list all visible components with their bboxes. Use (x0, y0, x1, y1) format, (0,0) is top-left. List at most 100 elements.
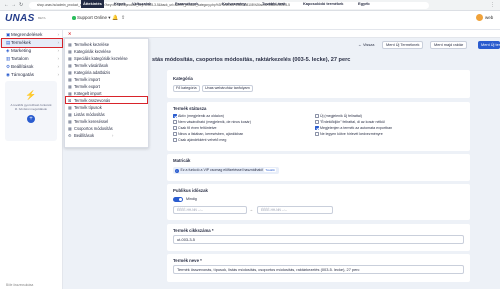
checkbox-icon (173, 132, 177, 136)
sidebar-item-label: Marketing (11, 48, 32, 53)
save-as-new-button[interactable]: Ment Új Terméknek (382, 41, 424, 49)
sidebar-item-label: Megrendelések (11, 32, 43, 37)
highlight-product-merge (65, 96, 148, 104)
checkbox-auto-export[interactable]: Megjelenjen a termék az automata exportb… (315, 126, 392, 131)
upload-icon[interactable]: ⇪ (121, 15, 125, 21)
menu-item-manage-categories[interactable]: ▦ Kategóriák kezelése (68, 48, 111, 55)
tab-related-products[interactable]: Kapcsolódó termékek (303, 0, 343, 8)
save-then-stock-button[interactable]: Ment majd raktár (430, 41, 468, 49)
collapse-sidebar[interactable]: Böle összecsukása (6, 283, 33, 287)
support-online-button[interactable]: Support Online ▾ (72, 15, 111, 21)
always-toggle[interactable] (173, 197, 183, 202)
more-link[interactable]: Tovább (264, 168, 277, 172)
product-name-input[interactable]: Termék összevonás, típusok, listás módos… (173, 265, 464, 274)
tab-variants[interactable]: Változatok (132, 0, 151, 8)
unas-logo[interactable]: UNAS (5, 13, 35, 25)
sku-card: Termék cikkszáma * ut-003-3-5 (167, 224, 470, 251)
checkbox-not-purchasable[interactable]: Nem vásárolható (megjelenik, de nincs ko… (173, 120, 251, 125)
category-chip-course[interactable]: Unas webáruház tanfolyam (202, 85, 253, 92)
chevron-right-icon: › (57, 48, 59, 53)
menu-item-label: Kategóriák kezelése (74, 49, 111, 54)
bell-icon[interactable]: 🔔 (112, 15, 118, 21)
checkbox-icon (173, 126, 177, 130)
publish-from-input[interactable]: ÉÉÉÉ-HH-NN --:-- (173, 206, 247, 214)
tab-images[interactable]: Képek (114, 0, 126, 8)
publish-period-card: Publikus időszak Mindig ÉÉÉÉ-HH-NN --:--… (167, 184, 470, 220)
tab-other-prices[interactable]: További árak (262, 0, 286, 8)
checkbox-icon (173, 114, 177, 118)
menu-item-product-types[interactable]: ▦ Termék típusok (68, 104, 102, 111)
checkbox-label: Csak fő éven feltüntetve (177, 126, 217, 130)
checkbox-newsletter-discount[interactable]: Ne legyen kötve hírlevél kedvezményre (315, 132, 383, 137)
tab-other[interactable]: Egyéb (358, 0, 370, 8)
checkbox-icon (173, 138, 177, 142)
stickers-card: Matricák i Ez a funkció a VIP csomag előf… (167, 154, 470, 181)
menu-item-manage-products[interactable]: ▦ Termékek kezelése (68, 41, 109, 48)
vip-info-banner: i Ez a funkció a VIP csomag előfizetéssel… (173, 167, 280, 174)
menu-item-label: Termék import (74, 77, 100, 82)
tab-overview[interactable]: Áttekintés (81, 0, 104, 8)
always-label: Mindig (186, 197, 197, 201)
menu-item-product-export[interactable]: ▦ Termék export (68, 83, 100, 90)
checkbox-new[interactable]: Új (megjelenik Új felirattal) (315, 114, 362, 119)
menu-item-list-edit[interactable]: ▦ Listás módosítás (68, 111, 105, 118)
checkbox-label: "Érdeklődjön" felirattal, di az kosár né… (319, 120, 385, 124)
checkbox-label: Megjelenjen a termék az automata exportb… (319, 126, 393, 130)
promo-box: ⚡ A további gyorsítható funkciók ill. bő… (5, 81, 57, 141)
promo-text: A további gyorsítható funkciók ill. bőví… (10, 103, 52, 111)
checkbox-main-page-only[interactable]: Csak fő éven feltüntetve (173, 126, 217, 131)
sidebar-item-label: Tartalom (11, 56, 29, 61)
back-button[interactable]: ← Vissza (358, 41, 374, 49)
sidebar-item-settings[interactable]: ⚙Beállítások › (0, 63, 63, 71)
chevron-right-icon: › (57, 72, 59, 77)
sidebar-item-label: Beállítások (11, 64, 34, 69)
menu-item-bulk-edit[interactable]: ▦ Csoportos módosítás (68, 125, 113, 132)
page-title: stás módosítás, csoportos módosítás, rak… (152, 57, 351, 63)
sidebar-item-content[interactable]: ▥Tartalom › (0, 55, 63, 63)
avatar[interactable] (476, 14, 483, 21)
category-card: Kategória Fő kategória Unas webáruház ta… (167, 70, 470, 98)
menu-item-product-import[interactable]: ▦ Termék import (68, 76, 100, 83)
sku-input[interactable]: ut-003-3-5 (173, 235, 464, 244)
checkbox-hidden-in-lists[interactable]: Nincs a listában, keresésben, ajánlókban (173, 132, 243, 137)
browser-menu-icon[interactable]: ⋮ (490, 3, 495, 8)
menu-item-label: Beállítások (74, 133, 95, 138)
checkbox-gift-only[interactable]: Csak ajándékként vehető meg (173, 138, 226, 143)
chevron-right-icon: › (112, 133, 114, 138)
publish-to-input[interactable]: ÉÉÉÉ-HH-NN --:-- (257, 206, 333, 214)
highlight-products (1, 38, 63, 48)
sidebar-item-marketing[interactable]: ◈ Marketing › (0, 47, 63, 55)
tab-parameters[interactable]: Paraméterek (175, 0, 198, 8)
checkbox-inquire[interactable]: "Érdeklődjön" felirattal, di az kosár né… (315, 120, 385, 125)
sidebar-item-support[interactable]: ◉Támogatás › (0, 71, 63, 79)
close-x-icon[interactable]: ✕ (68, 31, 71, 37)
checkbox-label: Új (megjelenik Új felirattal) (319, 114, 362, 118)
forward-icon[interactable]: → (11, 3, 16, 8)
checkbox-icon (315, 132, 319, 136)
menu-item-label: Termék kereséssel (74, 119, 109, 124)
user-name[interactable]: web (485, 15, 493, 21)
back-icon[interactable]: ← (4, 3, 9, 8)
online-status-icon (72, 16, 76, 20)
save-new-product-button[interactable]: Ment Új terméke (478, 41, 500, 49)
menu-item-category-database[interactable]: ▦ Kategória adatbázis (68, 69, 110, 76)
menu-item-product-search[interactable]: ▦ Termék kereséssel (68, 118, 108, 125)
publish-title: Publikus időszak (173, 188, 208, 193)
checkbox-icon (315, 114, 319, 118)
lightning-icon: ⚡ (25, 90, 37, 100)
checkbox-active[interactable]: Aktív (megjelenik az oldalon) (173, 114, 224, 119)
menu-item-settings[interactable]: ⚙ Beállítások › (68, 132, 113, 139)
checkbox-label: Nem vásárolható (megjelenik, de nincs ko… (177, 120, 251, 124)
support-label: Support Online (77, 15, 108, 20)
reload-icon[interactable]: ↻ (19, 3, 23, 8)
tab-discount[interactable]: Kedvezmény (222, 0, 246, 8)
beta-badge: BETA (38, 16, 46, 20)
add-feature-button[interactable]: + (27, 115, 35, 123)
toggle-knob (178, 197, 183, 202)
menu-item-product-purchases[interactable]: ▦ Termék vásárlások (68, 62, 108, 69)
chevron-right-icon: › (57, 56, 59, 61)
menu-item-special-categories[interactable]: ▦ Speciális kategóriák kezelése (68, 55, 128, 62)
category-chip-main[interactable]: Fő kategória (173, 85, 200, 92)
menu-item-label: Termék export (74, 84, 100, 89)
back-label: Vissza (362, 42, 375, 47)
